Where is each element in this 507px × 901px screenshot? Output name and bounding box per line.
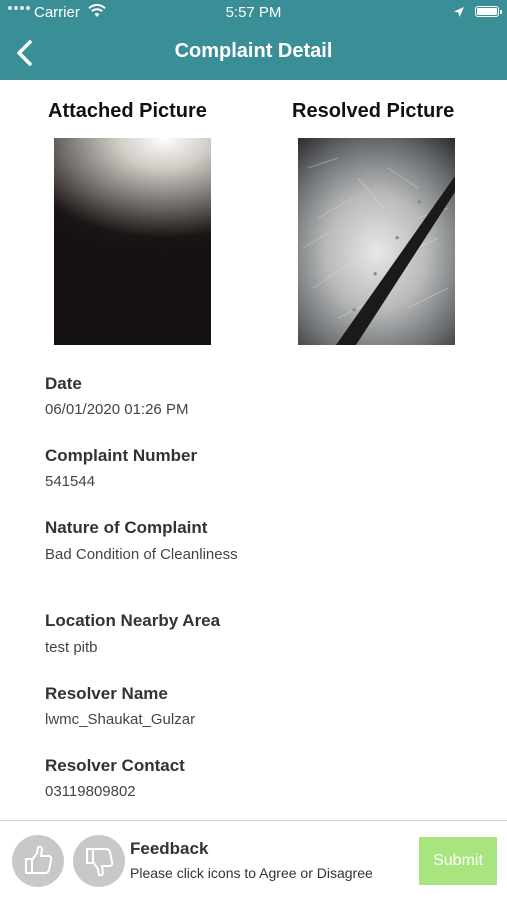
attached-picture-label: Attached Picture <box>48 100 207 122</box>
resolver-name-label: Resolver Name <box>45 684 168 703</box>
battery-icon <box>475 6 502 17</box>
nature-of-complaint-value: Bad Condition of Cleanliness <box>45 546 238 563</box>
attached-picture[interactable] <box>54 138 211 345</box>
resolver-contact-value: 03119809802 <box>45 783 136 800</box>
thumbs-up-icon <box>25 845 53 874</box>
date-value: 06/01/2020 01:26 PM <box>45 401 189 418</box>
status-time: 5:57 PM <box>225 4 282 21</box>
resolved-picture-texture <box>302 157 455 345</box>
status-bar: Carrier 5:57 PM <box>0 0 507 26</box>
header-bar: Carrier 5:57 PM Complaint Detail <box>0 0 507 80</box>
resolver-name-value: lwmc_Shaukat_Gulzar <box>45 711 196 728</box>
submit-button[interactable]: Submit <box>419 837 497 885</box>
complaint-number-label: Complaint Number <box>45 446 198 465</box>
complaint-number-value: 541544 <box>45 473 96 490</box>
nature-of-complaint-label: Nature of Complaint <box>45 518 208 537</box>
thumbs-down-icon <box>86 848 114 877</box>
resolved-picture[interactable] <box>298 138 455 345</box>
location-arrow-icon <box>453 5 465 22</box>
location-value: test pitb <box>45 639 98 656</box>
location-label: Location Nearby Area <box>45 611 221 630</box>
feedback-bar: Feedback Please click icons to Agree or … <box>0 820 507 901</box>
feedback-title: Feedback <box>130 839 209 858</box>
disagree-button[interactable] <box>73 835 125 887</box>
resolver-contact-label: Resolver Contact <box>45 756 185 775</box>
resolved-picture-label: Resolved Picture <box>292 100 455 122</box>
date-label: Date <box>45 374 82 393</box>
agree-button[interactable] <box>12 835 64 887</box>
page-title: Complaint Detail <box>174 40 333 62</box>
feedback-instructions: Please click icons to Agree or Disagree <box>130 865 373 881</box>
